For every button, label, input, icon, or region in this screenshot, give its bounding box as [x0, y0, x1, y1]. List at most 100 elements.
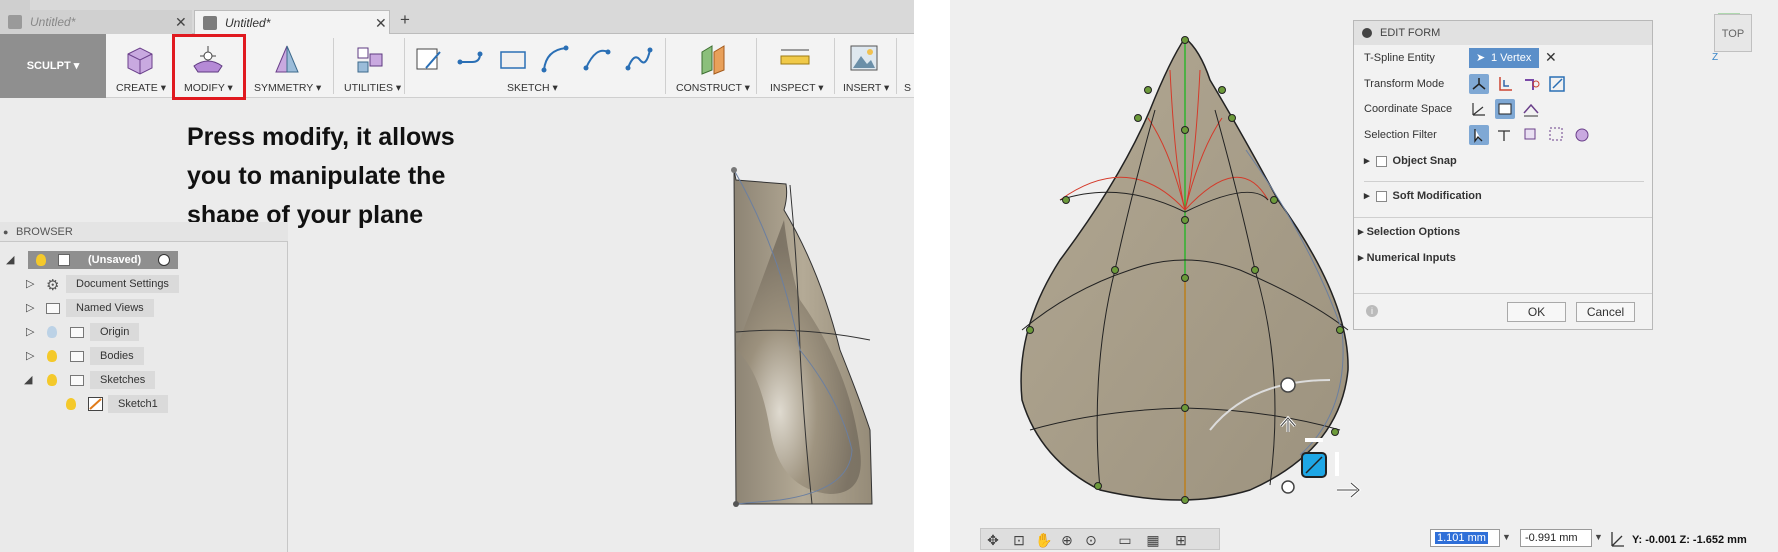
- expand-triangle-icon[interactable]: ▸: [1358, 252, 1367, 264]
- world-space-icon[interactable]: [1469, 99, 1489, 119]
- expand-triangle-icon[interactable]: ▷: [26, 346, 34, 366]
- local-space-icon[interactable]: [1521, 99, 1541, 119]
- arc-tool-icon[interactable]: [540, 44, 570, 74]
- gear-icon: ⚙: [46, 277, 60, 294]
- object-snap-checkbox[interactable]: [1375, 155, 1387, 167]
- browser-item-bodies[interactable]: ▷ Bodies: [0, 346, 288, 366]
- transform-manipulator[interactable]: [1265, 372, 1375, 502]
- collapse-icon[interactable]: ●: [3, 222, 8, 242]
- rectangle-tool-icon[interactable]: [498, 44, 528, 74]
- clear-selection-icon[interactable]: ✕: [1545, 49, 1557, 66]
- create-box-icon[interactable]: [122, 42, 156, 76]
- pan-hand-icon[interactable]: ✋: [1035, 532, 1052, 548]
- scale-icon[interactable]: [1547, 74, 1567, 94]
- folder-icon: [70, 351, 84, 362]
- numeric-input-y[interactable]: -0.991 mm: [1520, 529, 1592, 547]
- expand-triangle-icon[interactable]: ▷: [26, 298, 34, 318]
- browser-item-label: Document Settings: [66, 275, 179, 293]
- browser-root[interactable]: ◢ (Unsaved): [0, 250, 288, 270]
- activate-radio-icon[interactable]: [158, 254, 170, 266]
- workspace-switcher[interactable]: SCULPT ▾: [0, 34, 106, 98]
- select-all-icon[interactable]: [1573, 125, 1593, 145]
- browser-header[interactable]: ● BROWSER: [0, 222, 288, 242]
- entity-selection-chip[interactable]: ➤ 1 Vertex: [1469, 48, 1539, 68]
- object-snap-section[interactable]: ▸ Object Snap: [1364, 151, 1457, 171]
- rotate-handle[interactable]: [1281, 480, 1295, 494]
- new-tab-button[interactable]: +: [400, 10, 410, 30]
- expand-triangle-icon[interactable]: ▸: [1364, 190, 1370, 202]
- insert-menu[interactable]: INSERT ▾: [843, 82, 889, 94]
- arc-3point-icon[interactable]: [582, 44, 612, 74]
- look-at-icon[interactable]: ⊡: [1011, 532, 1027, 548]
- zoom-icon[interactable]: ⊕: [1059, 532, 1075, 548]
- symmetry-icon[interactable]: [270, 42, 304, 76]
- utilities-menu[interactable]: UTILITIES ▾: [344, 82, 401, 94]
- tspline-side-view[interactable]: [700, 150, 914, 520]
- symmetry-menu[interactable]: SYMMETRY ▾: [254, 82, 321, 94]
- line-tool-icon[interactable]: [456, 44, 486, 74]
- rotate-handle[interactable]: [1280, 377, 1296, 393]
- sketch-menu[interactable]: SKETCH ▾: [507, 82, 558, 94]
- construct-menu[interactable]: CONSTRUCT ▾: [676, 82, 750, 94]
- collapse-triangle-icon[interactable]: ◢: [6, 250, 14, 270]
- translate-icon[interactable]: [1495, 74, 1515, 94]
- create-sketch-icon[interactable]: [414, 44, 444, 74]
- fit-icon[interactable]: ⊙: [1083, 532, 1099, 548]
- numeric-input-x[interactable]: 1.101 mm: [1430, 529, 1500, 547]
- numerical-inputs-section[interactable]: ▸ Numerical Inputs: [1358, 248, 1456, 268]
- orbit-icon[interactable]: ✥: [985, 532, 1001, 548]
- browser-item-document-settings[interactable]: ▷ ⚙ Document Settings: [0, 274, 288, 294]
- dropdown-icon[interactable]: ▼: [1502, 532, 1511, 542]
- expand-triangle-icon[interactable]: ▷: [26, 322, 34, 342]
- cursor-icon: ➤: [1476, 52, 1486, 64]
- more-menu[interactable]: S: [904, 82, 911, 94]
- utilities-icon[interactable]: [352, 42, 386, 76]
- select-vertex-icon[interactable]: [1469, 125, 1489, 145]
- tab-untitled-1[interactable]: Untitled* ✕: [0, 10, 192, 34]
- numerical-inputs-label: Numerical Inputs: [1366, 252, 1456, 264]
- select-body-icon[interactable]: [1547, 125, 1567, 145]
- construct-plane-icon[interactable]: [696, 42, 730, 76]
- browser-item-sketch1[interactable]: Sketch1: [0, 394, 288, 414]
- browser-item-named-views[interactable]: ▷ Named Views: [0, 298, 288, 318]
- lightbulb-icon[interactable]: [47, 326, 57, 338]
- select-face-icon[interactable]: [1521, 125, 1541, 145]
- collapse-triangle-icon[interactable]: ◢: [24, 370, 32, 390]
- rotate-icon[interactable]: [1521, 74, 1541, 94]
- ok-button[interactable]: OK: [1507, 302, 1566, 322]
- cancel-button[interactable]: Cancel: [1576, 302, 1635, 322]
- lightbulb-icon[interactable]: [47, 374, 57, 386]
- create-menu[interactable]: CREATE ▾: [116, 82, 166, 94]
- expand-triangle-icon[interactable]: ▷: [26, 274, 34, 294]
- select-edge-icon[interactable]: [1495, 125, 1515, 145]
- browser-item-origin[interactable]: ▷ Origin: [0, 322, 288, 342]
- browser-item-sketches[interactable]: ◢ Sketches: [0, 370, 288, 390]
- collapse-icon[interactable]: [1362, 28, 1372, 38]
- soft-modification-section[interactable]: ▸ Soft Modification: [1364, 186, 1482, 206]
- viewcube[interactable]: TOP: [1714, 14, 1752, 52]
- viewports-icon[interactable]: ⊞: [1173, 532, 1189, 548]
- lightbulb-icon[interactable]: [66, 398, 76, 410]
- inspect-menu[interactable]: INSPECT ▾: [770, 82, 824, 94]
- grid-icon[interactable]: ▦: [1145, 532, 1161, 548]
- browser-panel: ● BROWSER ◢ (Unsaved) ▷ ⚙ Document Setti…: [0, 222, 288, 552]
- insert-image-icon[interactable]: [848, 42, 880, 74]
- measure-icon[interactable]: [778, 44, 812, 74]
- coordinate-axes-icon[interactable]: [1608, 528, 1626, 548]
- tab-untitled-2[interactable]: Untitled* ✕: [194, 10, 390, 34]
- display-settings-icon[interactable]: ▭: [1117, 532, 1133, 548]
- selection-options-section[interactable]: ▸ Selection Options: [1358, 222, 1460, 242]
- lightbulb-icon[interactable]: [47, 350, 57, 362]
- expand-triangle-icon[interactable]: ▸: [1358, 226, 1367, 238]
- info-icon[interactable]: i: [1366, 305, 1378, 317]
- close-icon[interactable]: ✕: [375, 11, 387, 35]
- spline-tool-icon[interactable]: [624, 44, 654, 74]
- expand-triangle-icon[interactable]: ▸: [1364, 155, 1370, 167]
- lightbulb-icon[interactable]: [36, 254, 46, 266]
- view-space-icon[interactable]: [1495, 99, 1515, 119]
- close-icon[interactable]: ✕: [175, 10, 187, 34]
- soft-modification-checkbox[interactable]: [1375, 190, 1387, 202]
- transform-multi-icon[interactable]: [1469, 74, 1489, 94]
- edit-form-header[interactable]: EDIT FORM: [1354, 21, 1652, 45]
- dropdown-icon[interactable]: ▼: [1594, 532, 1603, 542]
